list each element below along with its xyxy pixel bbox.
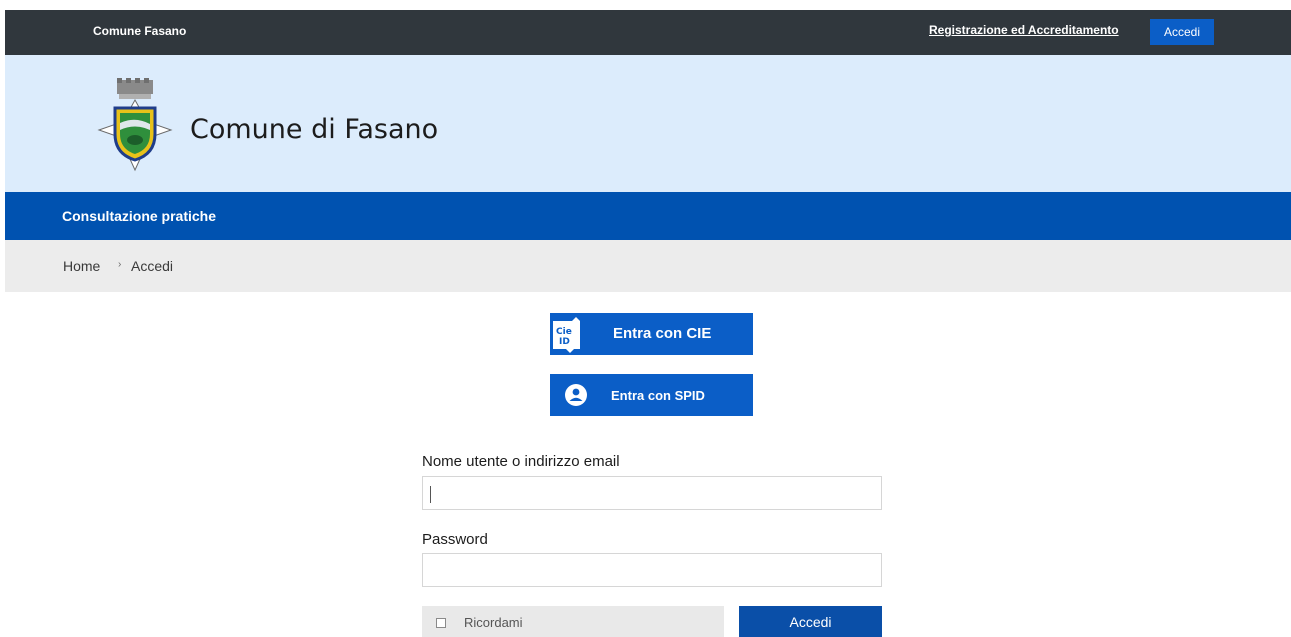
cie-login-label: Entra con CIE — [613, 325, 712, 342]
site-header: Comune di Fasano — [5, 55, 1291, 192]
cie-login-button[interactable]: Cie ID Entra con CIE — [550, 313, 753, 355]
region-brand: Comune Fasano — [93, 24, 187, 38]
svg-text:ID: ID — [559, 337, 570, 347]
spid-login-button[interactable]: Entra con SPID — [550, 374, 753, 416]
breadcrumb-current: Accedi — [131, 258, 174, 274]
municipal-crest-icon — [97, 78, 173, 172]
breadcrumb: Home › Accedi — [5, 240, 1291, 292]
breadcrumb-separator: › — [118, 259, 122, 270]
username-input[interactable] — [422, 476, 882, 510]
text-caret — [430, 486, 431, 503]
register-link[interactable]: Registrazione ed Accreditamento — [929, 23, 1119, 37]
top-bar: Comune Fasano Registrazione ed Accredita… — [5, 10, 1291, 55]
spid-login-label: Entra con SPID — [611, 388, 705, 403]
breadcrumb-home-link[interactable]: Home — [63, 258, 100, 274]
main-nav: Consultazione pratiche — [5, 192, 1291, 240]
password-label: Password — [422, 531, 488, 548]
remember-me-label[interactable]: Ricordami — [464, 615, 523, 630]
site-title: Comune di Fasano — [190, 114, 439, 145]
header-login-button[interactable]: Accedi — [1150, 19, 1214, 45]
username-label: Nome utente o indirizzo email — [422, 453, 620, 470]
login-submit-button[interactable]: Accedi — [739, 606, 882, 637]
nav-item-consultazione-pratiche[interactable]: Consultazione pratiche — [62, 208, 216, 224]
password-input[interactable] — [422, 553, 882, 587]
svg-text:Cie: Cie — [556, 327, 572, 337]
cie-id-icon: Cie ID — [553, 317, 580, 353]
remember-me-checkbox[interactable] — [436, 618, 446, 628]
spid-user-icon — [565, 384, 587, 406]
remember-me-row: Ricordami — [422, 606, 724, 637]
